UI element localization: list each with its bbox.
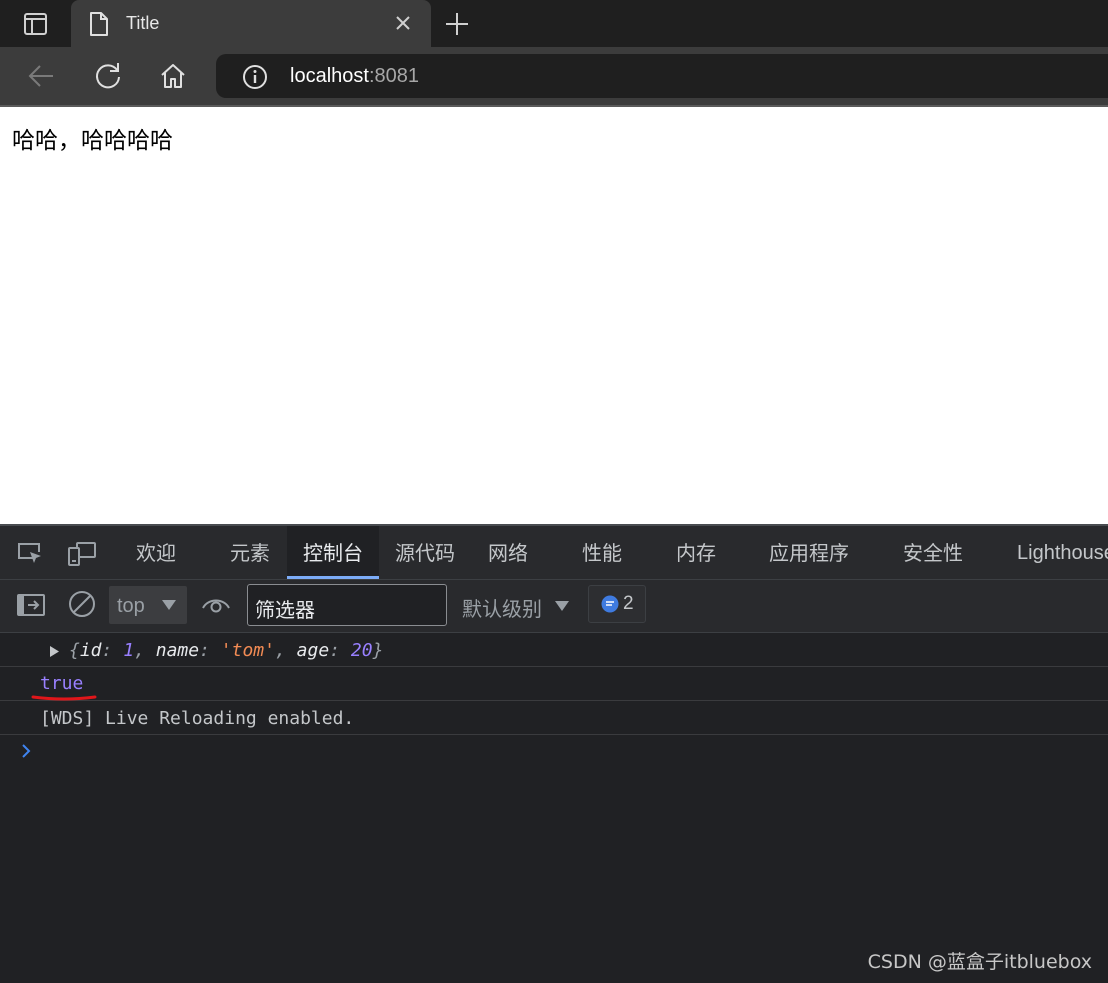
levels-dropdown-arrow-icon[interactable] (554, 600, 570, 612)
colon: : (101, 640, 124, 661)
address-bar[interactable]: localhost:8081 (216, 54, 1108, 98)
expand-triangle-icon[interactable] (49, 645, 60, 658)
object-key: age (296, 640, 330, 661)
console-message-boolean[interactable]: true (0, 667, 1108, 701)
console-prompt-row[interactable] (0, 735, 1108, 768)
console-message-object[interactable]: {id: 1, name: 'tom', age: 20} (0, 633, 1108, 667)
boolean-value: true (40, 673, 84, 694)
context-selector-label: top (117, 595, 145, 617)
console-toolbar: top 筛选器 默认级别 2 (0, 580, 1108, 633)
close-tab-icon[interactable] (394, 14, 412, 32)
devtools-tab-console[interactable]: 控制台 (287, 526, 379, 579)
devtools-tab-sources[interactable]: 源代码 (395, 526, 455, 579)
devtools-tab-memory[interactable]: 内存 (676, 526, 716, 579)
devtools-tab-bar: 欢迎 元素 控制台 源代码 网络 性能 内存 应用程序 安全性 Lighthou… (0, 526, 1108, 580)
brace-close: } (372, 640, 384, 661)
object-key: id (79, 640, 102, 661)
message-bubble-icon (601, 595, 619, 613)
object-key: name (155, 640, 200, 661)
devtools-tab-elements[interactable]: 元素 (230, 526, 270, 579)
new-tab-icon[interactable] (444, 11, 470, 37)
console-sidebar-icon[interactable] (17, 593, 45, 617)
comma: , (134, 640, 156, 661)
tab-actions-icon (24, 13, 47, 35)
device-toolbar-icon[interactable] (67, 541, 97, 567)
wds-message-text: [WDS] Live Reloading enabled. (40, 708, 355, 729)
reload-icon[interactable] (93, 61, 123, 91)
url-host: localhost (290, 65, 369, 87)
clear-console-icon[interactable] (68, 590, 96, 618)
page-text: 哈哈，哈哈哈哈 (12, 128, 173, 154)
filter-placeholder: 筛选器 (255, 598, 315, 622)
devtools-tab-welcome[interactable]: 欢迎 (136, 526, 176, 579)
red-annotation-underline (31, 695, 97, 701)
object-preview: {id: 1, name: 'tom', age: 20} (69, 640, 383, 661)
object-number-value: 1 (123, 640, 135, 661)
brace-open: { (69, 640, 80, 661)
console-prompt-chevron-icon (20, 743, 32, 759)
message-count-badge[interactable]: 2 (588, 585, 646, 623)
inspect-element-icon[interactable] (16, 541, 44, 567)
url-text: localhost:8081 (290, 65, 419, 88)
page-icon (89, 12, 109, 36)
devtools-tab-network[interactable]: 网络 (488, 526, 528, 579)
log-levels-dropdown[interactable]: 默认级别 (462, 593, 542, 622)
console-message-wds[interactable]: [WDS] Live Reloading enabled. (0, 701, 1108, 735)
devtools-panel: 欢迎 元素 控制台 源代码 网络 性能 内存 应用程序 安全性 Lighthou… (0, 524, 1108, 983)
devtools-tab-lighthouse[interactable]: Lighthouse (1017, 526, 1108, 579)
colon: : (329, 640, 351, 661)
live-expression-eye-icon[interactable] (201, 594, 231, 614)
object-string-value: 'tom' (220, 640, 275, 661)
page-viewport: 哈哈，哈哈哈哈 (0, 107, 1108, 524)
devtools-tab-security[interactable]: 安全性 (903, 526, 963, 579)
devtools-tab-performance[interactable]: 性能 (582, 526, 622, 579)
csdn-watermark: CSDN @蓝盒子itbluebox (867, 951, 1092, 973)
back-icon[interactable] (26, 61, 56, 91)
url-port: :8081 (368, 65, 419, 87)
dropdown-arrow-icon (161, 599, 177, 611)
object-number-value: 20 (350, 640, 373, 661)
console-output: {id: 1, name: 'tom', age: 20} true [WDS]… (0, 633, 1108, 768)
browser-tab-strip: Title (0, 0, 1108, 47)
tab-actions-button[interactable] (12, 9, 60, 39)
colon: : (199, 640, 221, 661)
home-icon[interactable] (158, 61, 188, 91)
console-filter-input[interactable]: 筛选器 (247, 584, 447, 626)
info-icon[interactable] (242, 64, 268, 90)
context-selector[interactable]: top (109, 586, 187, 624)
message-count: 2 (623, 593, 634, 614)
devtools-tab-application[interactable]: 应用程序 (769, 526, 849, 579)
browser-toolbar: localhost:8081 (0, 47, 1108, 105)
tab-title: Title (126, 13, 160, 33)
browser-tab[interactable]: Title (71, 0, 431, 47)
comma: , (274, 640, 297, 661)
